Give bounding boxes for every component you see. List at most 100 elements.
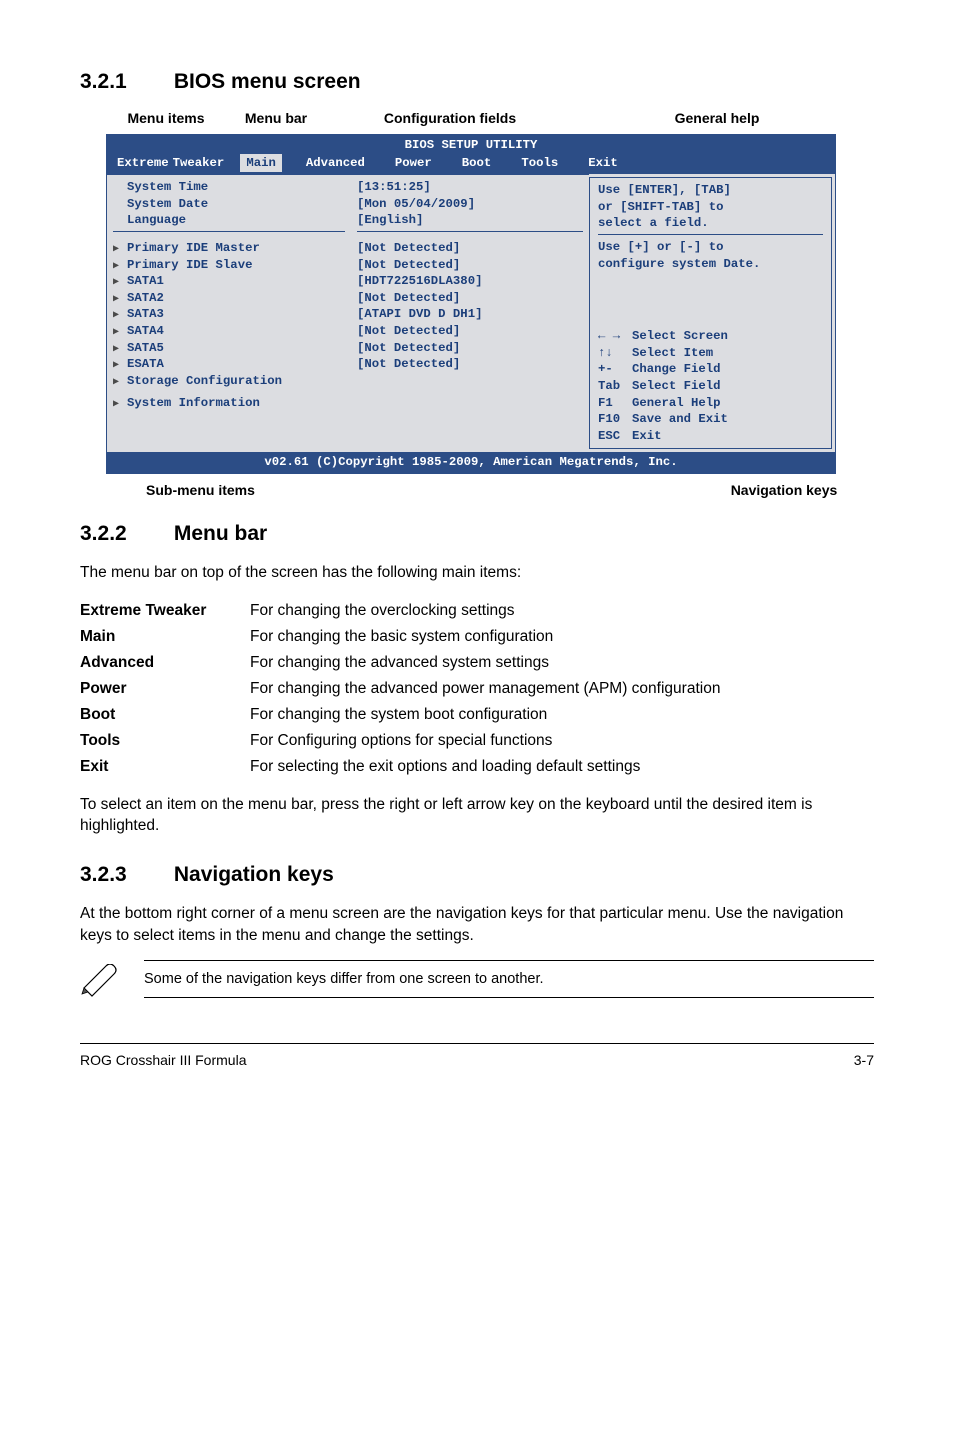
bios-help-line: configure system Date. [598,256,823,273]
bios-item-storage-config[interactable]: Storage Configuration [113,373,345,390]
table-row: Extreme TweakerFor changing the overcloc… [80,598,720,624]
bios-help-line: or [SHIFT-TAB] to [598,199,823,216]
def-desc: For Configuring options for special func… [250,728,720,754]
bios-tab-extreme[interactable]: Extreme [111,154,173,173]
bios-tab-tweaker[interactable]: Tweaker [173,154,231,173]
bios-item-sata5[interactable]: SATA5 [113,340,345,357]
bios-footer: v02.61 (C)Copyright 1985-2009, American … [107,452,835,473]
nav-label: Change Field [632,362,721,376]
bios-value-pim: [Not Detected] [357,240,583,257]
bios-value-esata: [Not Detected] [357,356,583,373]
bios-tab-advanced[interactable]: Advanced [300,154,371,173]
table-row: AdvancedFor changing the advanced system… [80,650,720,676]
heading-title: Menu bar [174,522,267,545]
def-term: Boot [80,702,250,728]
def-desc: For changing the system boot configurati… [250,702,720,728]
bios-item-system-time[interactable]: System Time [113,179,345,196]
nav-key: ↑↓ [598,345,632,362]
bios-item-sata2[interactable]: SATA2 [113,290,345,307]
bios-help-line: Use [ENTER], [TAB] [598,182,823,199]
bios-value-time: [13:51:25] [357,179,583,196]
anno-config-fields: Configuration fields [350,110,550,126]
heading-number: 3.2.2 [80,522,168,546]
anno-general-help: General help [632,110,802,126]
nav-key: Tab [598,378,632,395]
bios-value-date: [Mon 05/04/2009] [357,196,583,213]
footer-left: ROG Crosshair III Formula [80,1052,246,1068]
table-row: ToolsFor Configuring options for special… [80,728,720,754]
def-desc: For changing the basic system configurat… [250,624,720,650]
def-term: Main [80,624,250,650]
bios-item-sata1[interactable]: SATA1 [113,273,345,290]
bios-item-esata[interactable]: ESATA [113,356,345,373]
def-desc: For selecting the exit options and loadi… [250,754,720,780]
bios-help-line: select a field. [598,215,823,232]
bios-help-pane: Use [ENTER], [TAB] or [SHIFT-TAB] to sel… [589,177,832,449]
anno-menu-bar: Menu bar [226,110,326,126]
def-term: Exit [80,754,250,780]
bios-title: BIOS SETUP UTILITY [107,135,835,154]
table-row: ExitFor selecting the exit options and l… [80,754,720,780]
menubar-intro-text: The menu bar on top of the screen has th… [80,562,874,584]
heading-323: 3.2.3 Navigation keys [80,863,874,887]
nav-key: +- [598,361,632,378]
bios-tab-tools[interactable]: Tools [515,154,564,173]
heading-number: 3.2.1 [80,70,168,94]
anno-navigation-keys: Navigation keys [694,482,874,498]
pencil-icon [80,960,124,1003]
bios-value-sata2: [Not Detected] [357,290,583,307]
def-term: Extreme Tweaker [80,598,250,624]
bios-item-sata4[interactable]: SATA4 [113,323,345,340]
footer-right: 3-7 [854,1052,874,1068]
bios-mid-pane: [13:51:25] [Mon 05/04/2009] [English] [N… [351,174,589,452]
bios-item-primary-ide-slave[interactable]: Primary IDE Slave [113,257,345,274]
def-desc: For changing the advanced power manageme… [250,676,720,702]
nav-label: Save and Exit [632,412,728,426]
bios-value-pis: [Not Detected] [357,257,583,274]
heading-321: 3.2.1 BIOS menu screen [80,70,874,94]
def-term: Power [80,676,250,702]
nav-label: Select Field [632,379,721,393]
nav-key: ESC [598,428,632,445]
note-box: Some of the navigation keys differ from … [80,960,874,1003]
heading-title: BIOS menu screen [174,70,361,93]
note-text: Some of the navigation keys differ from … [144,971,544,987]
bios-tab-bar: Extreme Tweaker Main Advanced Power Boot… [107,154,835,175]
page-footer: ROG Crosshair III Formula 3-7 [80,1043,874,1068]
bios-screenshot: BIOS SETUP UTILITY Extreme Tweaker Main … [106,134,836,474]
menubar-definitions-table: Extreme TweakerFor changing the overcloc… [80,598,720,780]
annotation-row-bottom: Sub-menu items Navigation keys [106,482,874,498]
bios-tab-exit[interactable]: Exit [582,154,624,173]
table-row: MainFor changing the basic system config… [80,624,720,650]
menubar-outro-text: To select an item on the menu bar, press… [80,794,874,837]
bios-left-pane: System Time System Date Language Primary… [107,174,351,452]
def-term: Tools [80,728,250,754]
bios-item-system-date[interactable]: System Date [113,196,345,213]
bios-value-sata4: [Not Detected] [357,323,583,340]
bios-tab-power[interactable]: Power [389,154,438,173]
table-row: BootFor changing the system boot configu… [80,702,720,728]
bios-item-system-info[interactable]: System Information [113,395,345,412]
nav-key: F10 [598,411,632,428]
heading-number: 3.2.3 [80,863,168,887]
annotation-row-top: Menu items Menu bar Configuration fields… [80,110,874,126]
anno-menu-items: Menu items [106,110,226,126]
def-desc: For changing the advanced system setting… [250,650,720,676]
bios-item-sata3[interactable]: SATA3 [113,306,345,323]
bios-value-language: [English] [357,212,583,229]
nav-label: General Help [632,396,721,410]
heading-title: Navigation keys [174,863,334,886]
bios-item-primary-ide-master[interactable]: Primary IDE Master [113,240,345,257]
bios-value-sata5: [Not Detected] [357,340,583,357]
bios-item-language[interactable]: Language [113,212,345,229]
nav-key: F1 [598,395,632,412]
bios-help-line: Use [+] or [-] to [598,239,823,256]
bios-tab-main[interactable]: Main [240,154,282,173]
nav-label: Select Item [632,346,713,360]
def-term: Advanced [80,650,250,676]
heading-322: 3.2.2 Menu bar [80,522,874,546]
bios-tab-boot[interactable]: Boot [456,154,498,173]
def-desc: For changing the overclocking settings [250,598,720,624]
anno-submenu-items: Sub-menu items [106,482,406,498]
nav-label: Exit [632,429,662,443]
